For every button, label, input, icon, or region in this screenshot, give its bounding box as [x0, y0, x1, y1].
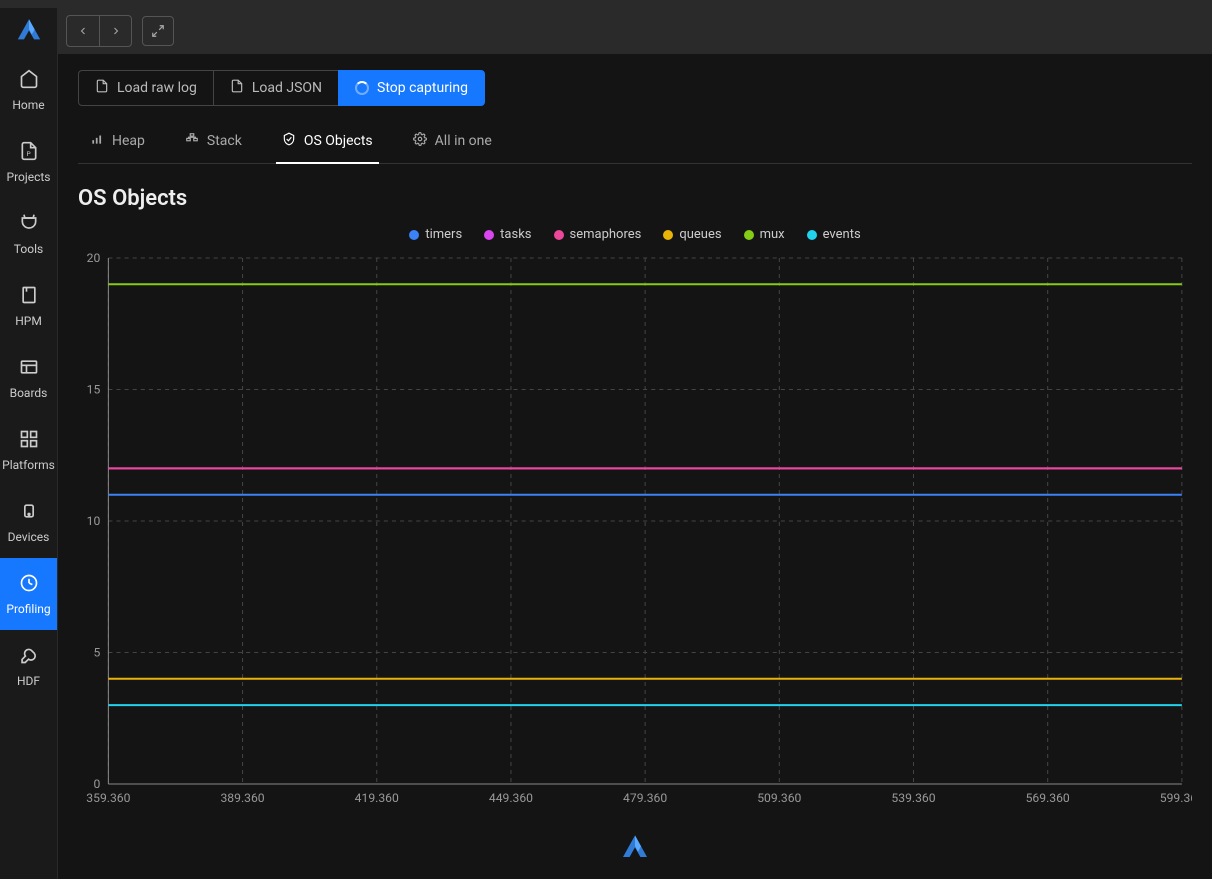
sidebar-item-label: HPM: [15, 314, 42, 328]
svg-text:599.360: 599.360: [1160, 791, 1192, 805]
nav-forward-button[interactable]: [99, 16, 131, 46]
svg-text:479.360: 479.360: [623, 791, 667, 805]
legend-item-mux[interactable]: mux: [744, 227, 785, 242]
sidebar-item-hdf[interactable]: HDF: [0, 630, 57, 702]
svg-text:539.360: 539.360: [891, 791, 935, 805]
legend-item-events[interactable]: events: [807, 227, 861, 242]
fullscreen-button[interactable]: [142, 16, 174, 46]
tab-heap[interactable]: Heap: [84, 120, 151, 164]
sidebar-item-profiling[interactable]: Profiling: [0, 558, 57, 630]
legend-label: timers: [425, 227, 462, 242]
legend-label: events: [823, 227, 861, 242]
footer-logo: [78, 827, 1192, 863]
sidebar-item-label: Platforms: [2, 458, 55, 472]
sidebar-icon: [19, 69, 39, 94]
button-label: Load JSON: [252, 80, 322, 96]
sidebar-item-label: Boards: [10, 386, 48, 400]
load-json-button[interactable]: Load JSON: [213, 70, 339, 106]
nav-back-button[interactable]: [67, 16, 99, 46]
legend-label: mux: [760, 227, 785, 242]
svg-text:389.360: 389.360: [221, 791, 265, 805]
legend-swatch: [409, 230, 419, 240]
sidebar-item-label: Profiling: [6, 602, 50, 616]
tab-all-in-one[interactable]: All in one: [407, 120, 498, 164]
sidebar-icon: P: [19, 141, 39, 166]
sidebar-icon: [19, 285, 39, 310]
legend-item-semaphores[interactable]: semaphores: [554, 227, 642, 242]
tab-stack[interactable]: Stack: [179, 120, 248, 164]
sidebar-icon: [19, 357, 39, 382]
tab-os-objects[interactable]: OS Objects: [276, 120, 379, 164]
tab-icon: [413, 132, 427, 150]
load-raw-log-button[interactable]: Load raw log: [78, 70, 214, 106]
spinner-icon: [355, 81, 369, 95]
legend-item-queues[interactable]: queues: [663, 227, 721, 242]
sidebar-icon: [19, 645, 39, 670]
svg-text:20: 20: [87, 252, 101, 265]
tab-icon: [185, 132, 199, 150]
chart-svg: 0 5 10 15 20 359.360 389.360 419.360 449.360 479.…: [78, 252, 1192, 812]
svg-text:419.360: 419.360: [355, 791, 399, 805]
sidebar-icon: [19, 213, 39, 238]
sidebar-icon: [19, 429, 39, 454]
legend-swatch: [744, 230, 754, 240]
sidebar-item-label: Tools: [14, 242, 43, 256]
svg-text:P: P: [26, 150, 30, 158]
sidebar-icon: [19, 501, 39, 526]
legend-label: queues: [679, 227, 721, 242]
legend-label: semaphores: [570, 227, 642, 242]
sidebar-item-label: Devices: [8, 530, 50, 544]
tab-icon: [282, 132, 296, 150]
tab-icon: [90, 132, 104, 150]
legend-item-timers[interactable]: timers: [409, 227, 462, 242]
legend-swatch: [663, 230, 673, 240]
sidebar: Home P Projects Tools HPM Boards Platforms Devi…: [0, 8, 58, 879]
sidebar-item-platforms[interactable]: Platforms: [0, 414, 57, 486]
svg-text:509.360: 509.360: [757, 791, 801, 805]
svg-text:10: 10: [87, 514, 101, 528]
chart-container: timers tasks semaphores queues mux events 0 5 1…: [78, 221, 1192, 827]
tab-label: All in one: [435, 133, 492, 149]
legend-label: tasks: [500, 227, 531, 242]
svg-text:0: 0: [93, 777, 100, 791]
legend-swatch: [807, 230, 817, 240]
stop-capturing-button[interactable]: Stop capturing: [338, 70, 485, 106]
sidebar-item-label: Home: [12, 98, 44, 112]
sidebar-item-boards[interactable]: Boards: [0, 342, 57, 414]
sidebar-item-hpm[interactable]: HPM: [0, 270, 57, 342]
legend-item-tasks[interactable]: tasks: [484, 227, 531, 242]
sidebar-item-label: HDF: [17, 674, 40, 688]
svg-text:569.360: 569.360: [1026, 791, 1070, 805]
file-icon: [230, 79, 244, 97]
section-title: OS Objects: [78, 186, 1192, 211]
tab-bar: Heap Stack OS Objects All in one: [78, 120, 1192, 164]
app-logo: [0, 8, 57, 54]
sidebar-item-projects[interactable]: P Projects: [0, 126, 57, 198]
button-label: Load raw log: [117, 80, 197, 96]
file-icon: [95, 79, 109, 97]
sidebar-item-tools[interactable]: Tools: [0, 198, 57, 270]
sidebar-item-devices[interactable]: Devices: [0, 486, 57, 558]
legend-swatch: [554, 230, 564, 240]
chart-legend: timers tasks semaphores queues mux events: [78, 221, 1192, 252]
sidebar-item-label: Projects: [7, 170, 51, 184]
button-label: Stop capturing: [377, 80, 468, 96]
svg-text:15: 15: [87, 383, 101, 397]
action-toolbar: Load raw log Load JSON Stop capturing: [78, 70, 1192, 106]
tab-label: OS Objects: [304, 133, 373, 149]
legend-swatch: [484, 230, 494, 240]
svg-text:449.360: 449.360: [489, 791, 533, 805]
window-titlebar: [0, 0, 1212, 8]
sidebar-item-home[interactable]: Home: [0, 54, 57, 126]
topbar: [58, 8, 1212, 54]
sidebar-icon: [19, 573, 39, 598]
tab-label: Stack: [207, 133, 242, 149]
svg-text:359.360: 359.360: [86, 791, 130, 805]
svg-text:5: 5: [93, 646, 100, 660]
tab-label: Heap: [112, 133, 145, 149]
